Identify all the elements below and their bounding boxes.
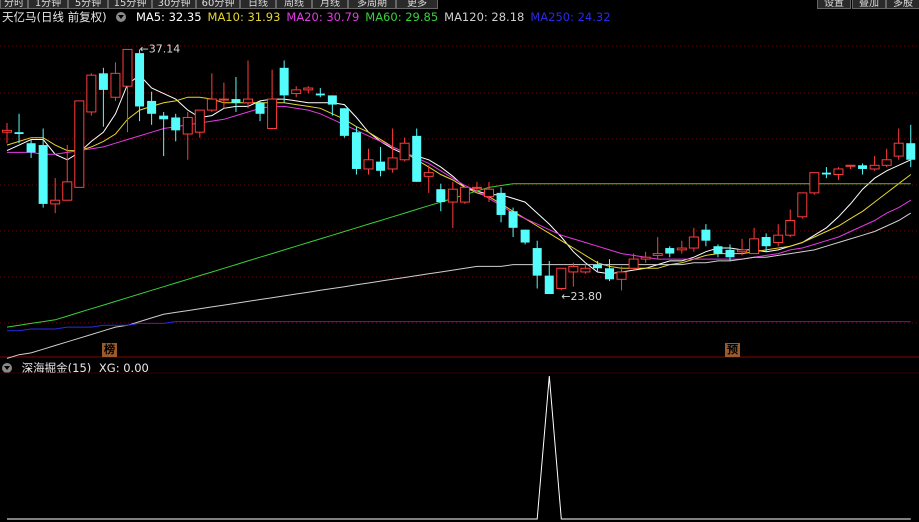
candle-body bbox=[98, 73, 108, 90]
candle-body bbox=[532, 248, 542, 276]
candle-body bbox=[50, 199, 61, 205]
candle-body bbox=[568, 265, 579, 273]
candle-body bbox=[387, 157, 398, 170]
candle-body bbox=[869, 164, 880, 170]
candle-body bbox=[14, 132, 24, 135]
candle-body bbox=[640, 256, 651, 260]
candle-body bbox=[243, 98, 253, 104]
candle-body bbox=[74, 100, 85, 188]
candle-body bbox=[2, 129, 12, 133]
candle-body bbox=[147, 100, 157, 114]
xg-line bbox=[7, 375, 911, 520]
candle-body bbox=[701, 229, 711, 241]
candle-body bbox=[423, 172, 434, 177]
candle-body bbox=[737, 249, 748, 253]
candle-body bbox=[303, 87, 314, 91]
candle-body bbox=[484, 188, 494, 198]
candle-body bbox=[291, 89, 302, 95]
candle-body bbox=[761, 237, 771, 247]
candle-body bbox=[122, 48, 133, 87]
candle-body bbox=[399, 142, 410, 161]
candle-body bbox=[797, 192, 808, 218]
candle-body bbox=[135, 53, 145, 107]
candle-body bbox=[62, 181, 73, 201]
candle-body bbox=[845, 164, 856, 167]
candle-body bbox=[436, 189, 446, 203]
candle-body bbox=[665, 248, 675, 254]
candle-body bbox=[556, 267, 567, 290]
candle-body bbox=[520, 229, 530, 243]
price-annotation: ←23.80 bbox=[561, 290, 602, 303]
candle-body bbox=[38, 145, 48, 204]
candle-body bbox=[496, 192, 506, 215]
candle-body bbox=[471, 186, 482, 189]
candle-body bbox=[881, 159, 892, 166]
candle-body bbox=[447, 188, 458, 203]
marker-yu[interactable]: 预 bbox=[725, 343, 740, 357]
candle-body bbox=[171, 117, 181, 131]
candle-body bbox=[688, 236, 699, 249]
candle-body bbox=[785, 219, 796, 236]
candle-body bbox=[725, 249, 735, 258]
candle-body bbox=[159, 115, 169, 120]
candle-body bbox=[580, 267, 591, 273]
candle-body bbox=[652, 253, 663, 256]
candle-body bbox=[267, 98, 278, 130]
candle-body bbox=[906, 143, 916, 160]
candle-body bbox=[412, 135, 422, 182]
ma-line-ma250 bbox=[7, 321, 911, 332]
candle-body bbox=[351, 132, 361, 169]
candle-body bbox=[893, 142, 904, 157]
candle-body bbox=[182, 116, 193, 135]
candle-body bbox=[628, 258, 639, 269]
candle-body bbox=[605, 268, 614, 280]
candle-body bbox=[279, 67, 289, 96]
candle-body bbox=[339, 108, 349, 136]
kline-chart[interactable]: ←37.14 ←23.80 bbox=[0, 0, 919, 522]
candle-body bbox=[858, 165, 868, 169]
candle-body bbox=[255, 102, 265, 114]
candle-body bbox=[592, 264, 602, 269]
candle-body bbox=[459, 186, 470, 203]
candle-body bbox=[713, 246, 723, 254]
candle-body bbox=[544, 275, 554, 295]
candle-body bbox=[206, 98, 217, 111]
candle-body bbox=[194, 109, 205, 133]
candle-body bbox=[363, 159, 374, 170]
candle-body bbox=[809, 172, 820, 194]
candle-body bbox=[773, 234, 784, 244]
candle-body bbox=[218, 98, 229, 101]
candle-body bbox=[26, 143, 36, 153]
candle-body bbox=[110, 72, 121, 98]
candle-body bbox=[231, 99, 241, 103]
candle-body bbox=[376, 161, 386, 171]
marker-bang[interactable]: 榜 bbox=[102, 343, 117, 357]
candle-body bbox=[86, 74, 97, 113]
candle-body bbox=[821, 172, 831, 175]
candle-body bbox=[508, 211, 518, 228]
candle-body bbox=[749, 238, 760, 255]
candle-body bbox=[315, 93, 325, 96]
candle-body bbox=[833, 168, 844, 175]
candle-body bbox=[327, 95, 337, 105]
candle-body bbox=[676, 247, 687, 251]
price-annotation: ←37.14 bbox=[140, 43, 181, 56]
candle-body bbox=[616, 271, 627, 280]
